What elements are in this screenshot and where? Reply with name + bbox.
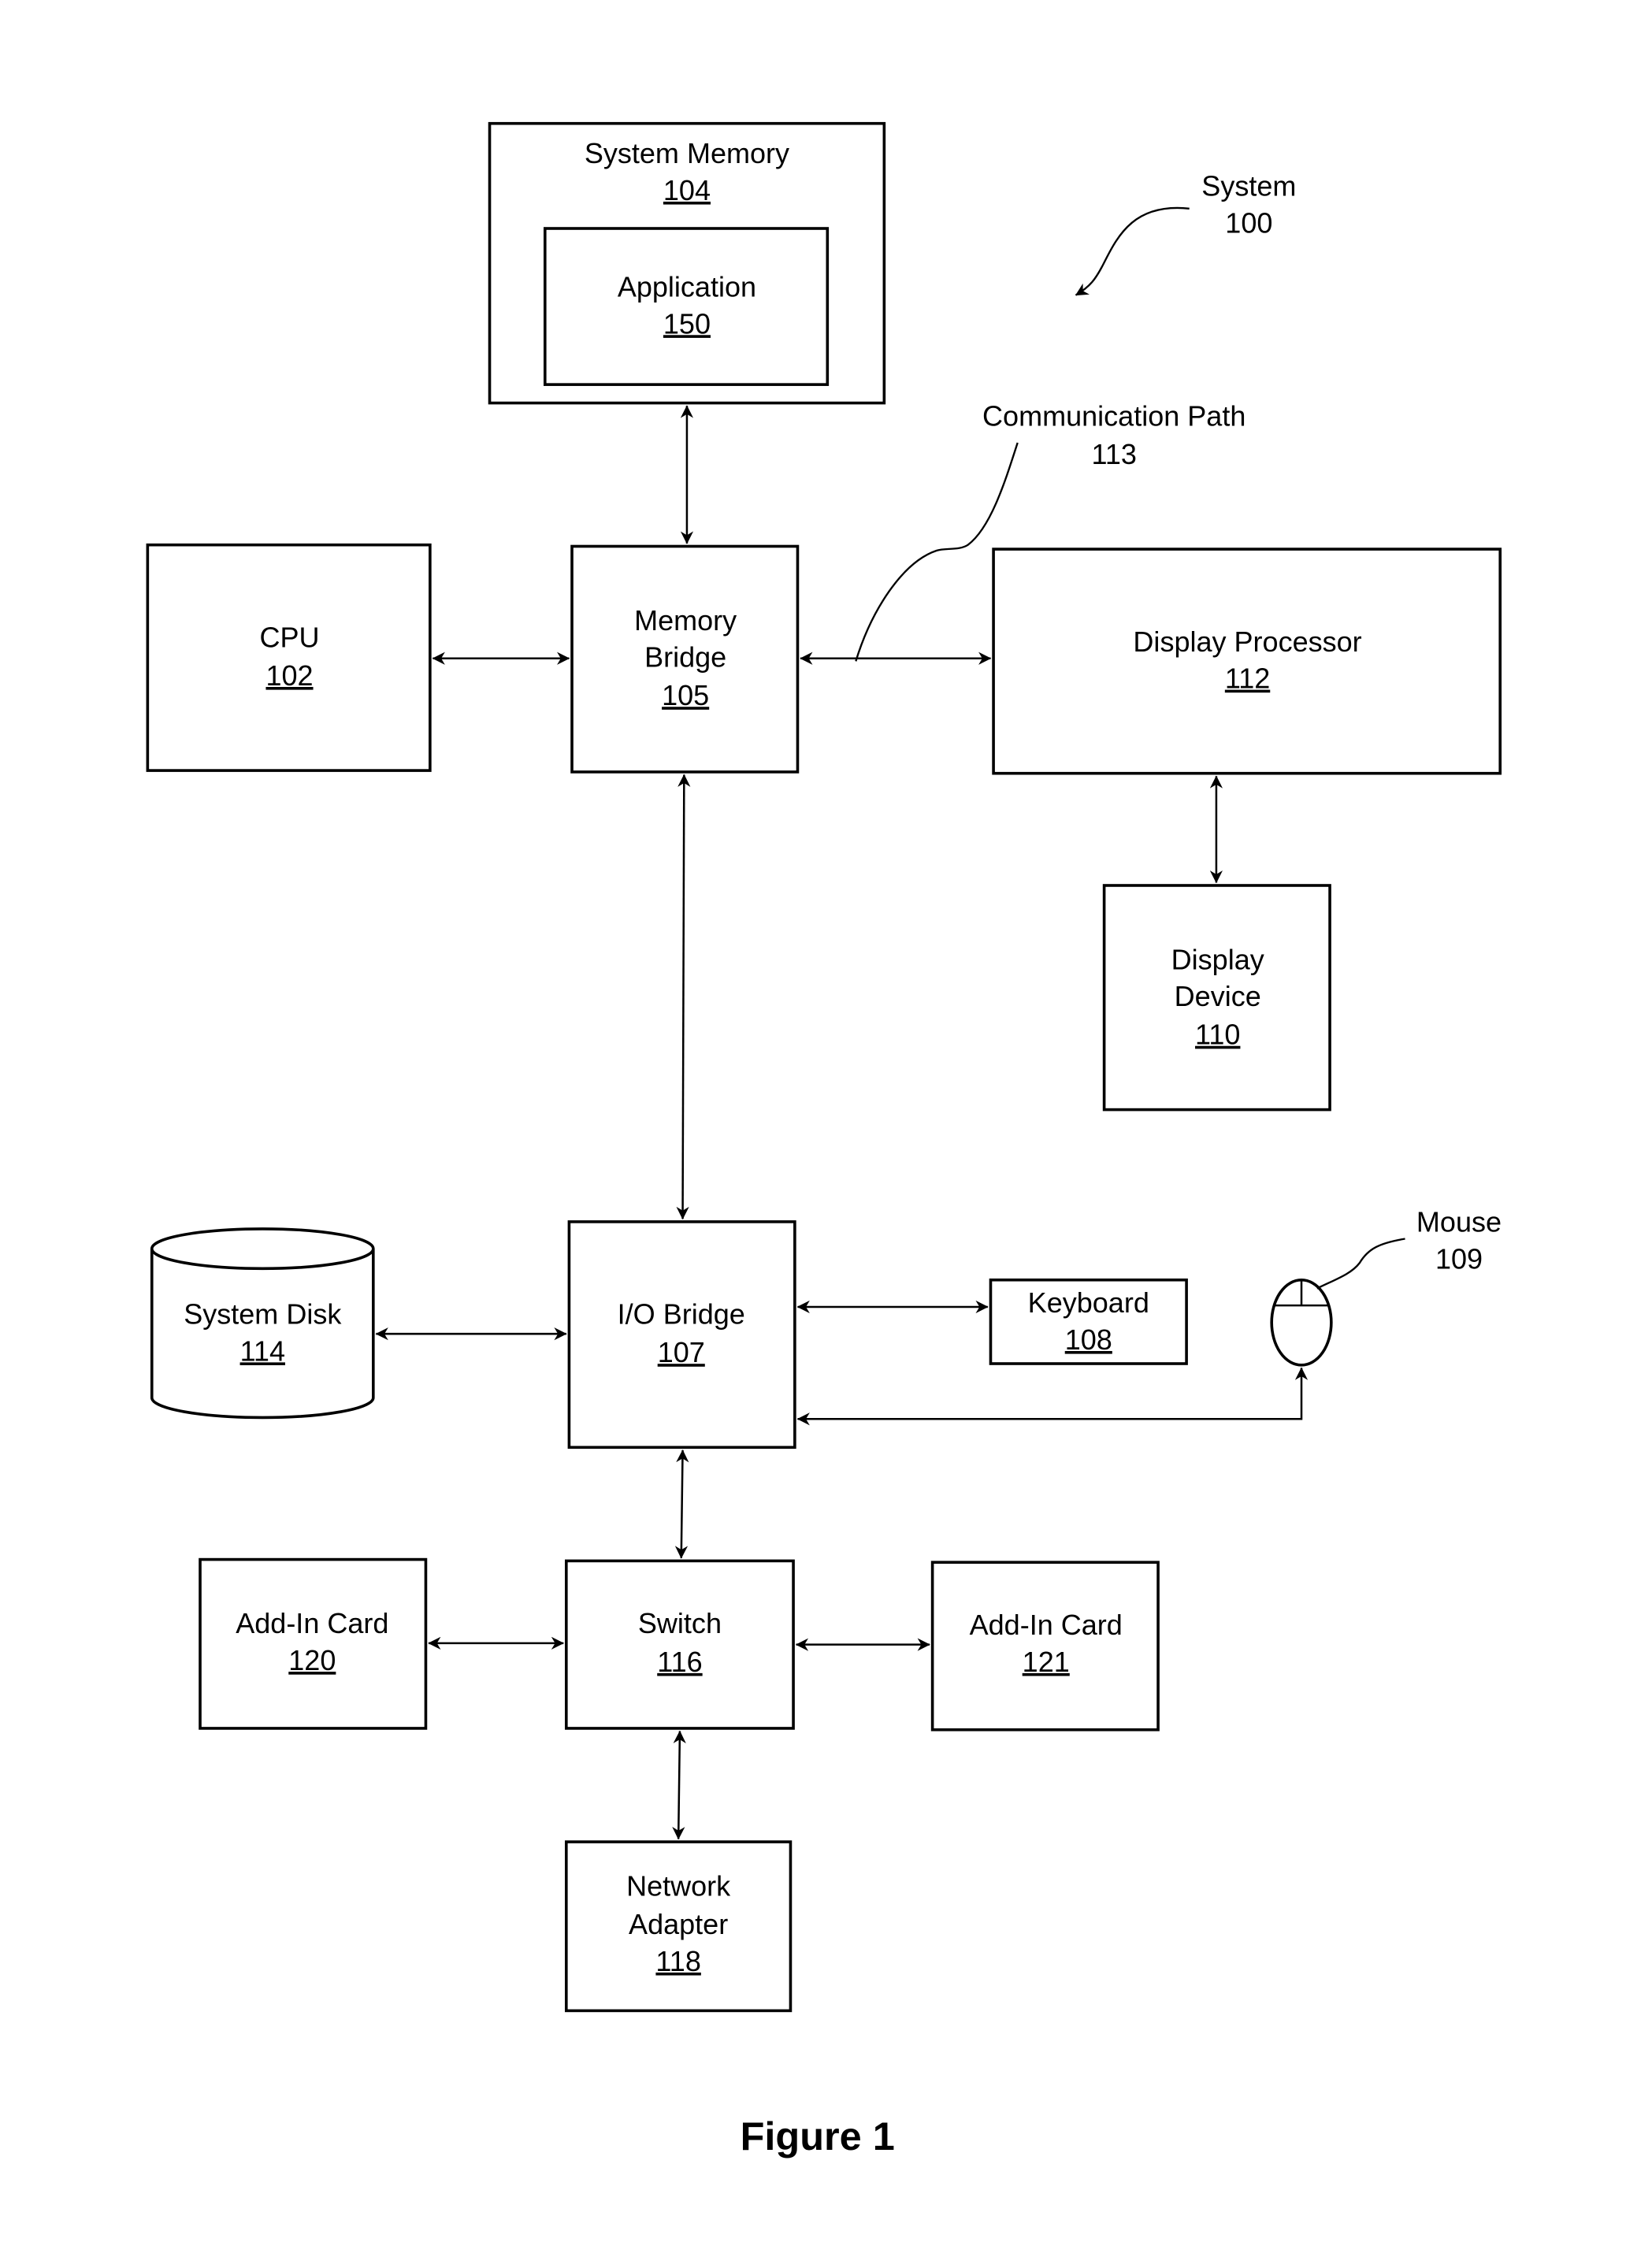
cpu-label: CPU xyxy=(259,621,319,653)
system-disk-label: System Disk xyxy=(184,1298,342,1331)
display-processor-label: Display Processor xyxy=(1133,625,1361,658)
iobridge-switch-arrow xyxy=(674,1450,689,1559)
system-disk-body[interactable] xyxy=(150,1249,375,1420)
mouse-leader xyxy=(1316,1238,1405,1290)
add-in-card-121-block[interactable]: Add-In Card 121 xyxy=(930,1561,1160,1732)
application-ref: 150 xyxy=(663,307,711,340)
network-adapter-ref: 118 xyxy=(655,1945,700,1977)
add-in-card-120-label: Add-In Card xyxy=(236,1607,388,1639)
system-disk-top[interactable] xyxy=(150,1227,375,1271)
memory-bridge-label-line1: Memory xyxy=(634,604,737,637)
add-in-card-120-ref: 120 xyxy=(288,1644,336,1676)
io-bridge-ref: 107 xyxy=(658,1336,705,1368)
add-in-card-121-ref: 121 xyxy=(1023,1646,1070,1678)
memory-bridge-ref: 105 xyxy=(662,679,709,711)
membridge-iobridge-arrow xyxy=(676,774,691,1220)
network-adapter-label-line2: Adapter xyxy=(629,1908,728,1940)
communication-path-ref: 113 xyxy=(1092,438,1137,470)
network-adapter-block[interactable]: Network Adapter 118 xyxy=(565,1840,793,2013)
display-device-block[interactable]: Display Device 110 xyxy=(1102,884,1331,1112)
memory-bridge-block[interactable]: Memory Bridge 105 xyxy=(570,544,800,774)
io-bridge-box[interactable] xyxy=(567,1220,796,1450)
system-disk-ref: 114 xyxy=(240,1334,285,1367)
system-memory-ref: 104 xyxy=(663,174,711,206)
display-device-label-line2: Device xyxy=(1175,980,1261,1012)
cpu-block[interactable]: CPU 102 xyxy=(146,543,432,772)
figure-caption: Figure 1 xyxy=(741,2114,895,2158)
switch-block[interactable]: Switch 116 xyxy=(565,1559,795,1730)
cpu-ref: 102 xyxy=(265,659,313,692)
system-memory-block[interactable]: System Memory 104 Application 150 xyxy=(488,121,886,405)
application-box[interactable] xyxy=(543,227,830,386)
communication-path-label: Communication Path xyxy=(982,399,1245,432)
application-block[interactable]: Application 150 xyxy=(543,227,830,386)
switch-netadapter-arrow xyxy=(672,1730,686,1840)
memory-bridge-label-line2: Bridge xyxy=(644,641,726,674)
keyboard-label: Keyboard xyxy=(1028,1286,1149,1319)
mouse-label: Mouse xyxy=(1416,1206,1502,1238)
mouse-block[interactable]: Mouse 109 xyxy=(1270,1206,1502,1367)
system-disk-block[interactable]: System Disk 114 xyxy=(150,1227,375,1420)
display-processor-block[interactable]: Display Processor 112 xyxy=(992,548,1502,775)
display-processor-box[interactable] xyxy=(992,548,1502,775)
keyboard-block[interactable]: Keyboard 108 xyxy=(989,1278,1188,1365)
application-label: Application xyxy=(618,270,756,303)
keyboard-ref: 108 xyxy=(1065,1323,1112,1356)
display-device-label-line1: Display xyxy=(1171,943,1264,975)
system-ref: 100 xyxy=(1225,206,1272,239)
io-bridge-block[interactable]: I/O Bridge 107 xyxy=(567,1220,796,1450)
switch-box[interactable] xyxy=(565,1559,795,1730)
system-pointer-arrow xyxy=(1075,206,1190,296)
network-adapter-label-line1: Network xyxy=(626,1869,731,1902)
iobridge-mouse-arrow xyxy=(796,1367,1309,1426)
system-memory-label: System Memory xyxy=(585,137,789,169)
mouse-ref: 109 xyxy=(1435,1242,1483,1275)
io-bridge-label: I/O Bridge xyxy=(618,1298,745,1331)
system-reference: System 100 xyxy=(1075,170,1296,296)
display-device-ref: 110 xyxy=(1195,1019,1240,1051)
system-block-diagram: System 100 System Memory 104 Application… xyxy=(146,121,1502,2158)
display-processor-ref: 112 xyxy=(1225,663,1270,695)
add-in-card-121-label: Add-In Card xyxy=(970,1609,1123,1641)
cpu-box[interactable] xyxy=(146,543,432,772)
system-label: System xyxy=(1201,170,1296,202)
add-in-card-120-block[interactable]: Add-In Card 120 xyxy=(199,1557,428,1730)
switch-ref: 116 xyxy=(657,1646,702,1678)
switch-label: Switch xyxy=(638,1607,722,1639)
